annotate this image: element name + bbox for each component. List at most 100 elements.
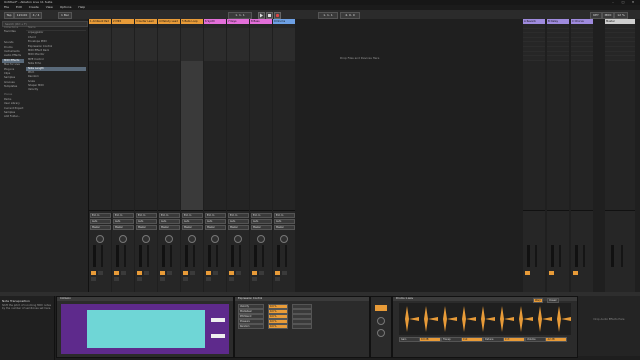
time-signature-field[interactable]: 4 / 4 xyxy=(30,12,42,19)
menu-create[interactable]: Create xyxy=(29,5,39,9)
browser-item[interactable]: Velocity xyxy=(26,88,86,92)
arm-button[interactable] xyxy=(160,277,165,281)
arm-button[interactable] xyxy=(137,277,142,281)
send-knob[interactable] xyxy=(96,235,104,243)
arm-button[interactable] xyxy=(229,277,234,281)
track-activator-button[interactable] xyxy=(137,271,142,275)
send-knob[interactable] xyxy=(280,235,288,243)
audio-from-menu[interactable]: Ext. In xyxy=(274,213,295,218)
monitor-selector[interactable]: Auto xyxy=(274,219,295,224)
category-templates[interactable]: Templates xyxy=(2,85,24,89)
solo-button[interactable] xyxy=(282,271,287,275)
menu-options[interactable]: Options xyxy=(60,5,72,9)
menu-view[interactable]: View xyxy=(46,5,53,9)
solo-button[interactable] xyxy=(121,271,126,275)
audio-from-menu[interactable]: Ext. In xyxy=(113,213,134,218)
track-activator-button[interactable] xyxy=(183,271,188,275)
arm-button[interactable] xyxy=(275,277,280,281)
solo-button[interactable] xyxy=(167,271,172,275)
audio-to-menu[interactable]: Master xyxy=(205,225,226,230)
audio-to-menu[interactable]: Master xyxy=(274,225,295,230)
volume-fader[interactable] xyxy=(285,245,287,267)
volume-fader[interactable] xyxy=(239,245,241,267)
solo-button[interactable] xyxy=(236,271,241,275)
expression-amount[interactable]: 0.0 % xyxy=(268,324,288,329)
send-knob[interactable] xyxy=(211,235,219,243)
audio-from-menu[interactable]: Ext. In xyxy=(228,213,249,218)
midi-map-button[interactable]: MIDI xyxy=(602,12,614,19)
clip-slot[interactable] xyxy=(547,56,569,61)
clip-slot[interactable] xyxy=(135,56,157,61)
key-map-button[interactable]: KEY xyxy=(590,12,602,19)
rack-knob[interactable] xyxy=(377,317,385,325)
add-folder-button[interactable]: Add Folder... xyxy=(2,115,24,119)
expression-source[interactable]: Random xyxy=(238,324,264,329)
clip-slot[interactable] xyxy=(250,56,272,61)
solo-button[interactable] xyxy=(144,271,149,275)
track-activator-button[interactable] xyxy=(114,271,119,275)
monitor-selector[interactable]: Auto xyxy=(136,219,157,224)
monitor-selector[interactable]: Auto xyxy=(113,219,134,224)
clip-slot[interactable] xyxy=(571,56,593,61)
audio-to-menu[interactable]: Master xyxy=(113,225,134,230)
solo-button[interactable] xyxy=(98,271,103,275)
volume-fader[interactable] xyxy=(147,245,149,267)
menu-edit[interactable]: Edit xyxy=(16,5,22,9)
loop-length-field[interactable]: 4. 0. 0 xyxy=(340,12,360,19)
sampler-param-value[interactable]: 0 ct xyxy=(503,337,525,342)
volume-fader[interactable] xyxy=(216,245,218,267)
solo-button[interactable] xyxy=(190,271,195,275)
clip-slot[interactable] xyxy=(112,56,134,61)
arm-button[interactable] xyxy=(114,277,119,281)
clip-slot[interactable] xyxy=(158,56,180,61)
monitor-selector[interactable]: Auto xyxy=(182,219,203,224)
clip-slot[interactable] xyxy=(523,56,545,61)
track-header[interactable]: 4 Melody Lead xyxy=(158,19,180,24)
warp-button[interactable]: Warp xyxy=(533,298,543,303)
loop-start-field[interactable]: 1. 1. 1 xyxy=(318,12,338,19)
arrangement-position[interactable]: 1. 1. 1 xyxy=(228,12,252,19)
track-activator-button[interactable] xyxy=(252,271,257,275)
send-knob[interactable] xyxy=(165,235,173,243)
audio-to-menu[interactable]: Master xyxy=(136,225,157,230)
tap-button[interactable]: Tap xyxy=(4,12,14,19)
volume-fader[interactable] xyxy=(535,245,537,267)
master-fader[interactable] xyxy=(621,245,623,267)
tempo-field[interactable]: 120.00 xyxy=(14,12,30,19)
audio-from-menu[interactable]: Ext. In xyxy=(182,213,203,218)
rack-knob[interactable] xyxy=(377,329,385,337)
quantize-menu[interactable]: 1 Bar xyxy=(58,12,72,19)
audio-from-menu[interactable]: Ext. In xyxy=(136,213,157,218)
play-button[interactable] xyxy=(258,12,265,19)
audio-from-menu[interactable]: Ext. In xyxy=(205,213,226,218)
collision-btn[interactable] xyxy=(211,334,225,338)
audio-from-menu[interactable]: Ext. In xyxy=(90,213,111,218)
audio-to-menu[interactable]: Master xyxy=(182,225,203,230)
collision-display[interactable] xyxy=(61,304,229,354)
rack-power-button[interactable] xyxy=(375,305,387,311)
clip-slot[interactable] xyxy=(181,56,203,61)
scene-launch[interactable] xyxy=(605,56,635,61)
menu-help[interactable]: Help xyxy=(78,5,85,9)
volume-fader[interactable] xyxy=(559,245,561,267)
clip-slot[interactable] xyxy=(227,56,249,61)
collision-keys[interactable] xyxy=(87,310,205,348)
send-knob[interactable] xyxy=(119,235,127,243)
audio-from-menu[interactable]: Ext. In xyxy=(159,213,180,218)
stop-button[interactable] xyxy=(266,12,273,19)
audio-from-menu[interactable]: Ext. In xyxy=(251,213,272,218)
category-favorites[interactable]: Favorites xyxy=(2,30,24,34)
volume-fader[interactable] xyxy=(193,245,195,267)
volume-fader[interactable] xyxy=(583,245,585,267)
arm-button[interactable] xyxy=(252,277,257,281)
audio-to-menu[interactable]: Master xyxy=(251,225,272,230)
audio-to-menu[interactable]: Master xyxy=(159,225,180,230)
collision-btn[interactable] xyxy=(211,318,225,322)
send-knob[interactable] xyxy=(188,235,196,243)
waveform-display[interactable] xyxy=(399,303,571,335)
monitor-selector[interactable]: Auto xyxy=(90,219,111,224)
record-button[interactable] xyxy=(274,12,281,19)
send-knob[interactable] xyxy=(257,235,265,243)
menu-file[interactable]: File xyxy=(4,5,9,9)
track-activator-button[interactable] xyxy=(275,271,280,275)
